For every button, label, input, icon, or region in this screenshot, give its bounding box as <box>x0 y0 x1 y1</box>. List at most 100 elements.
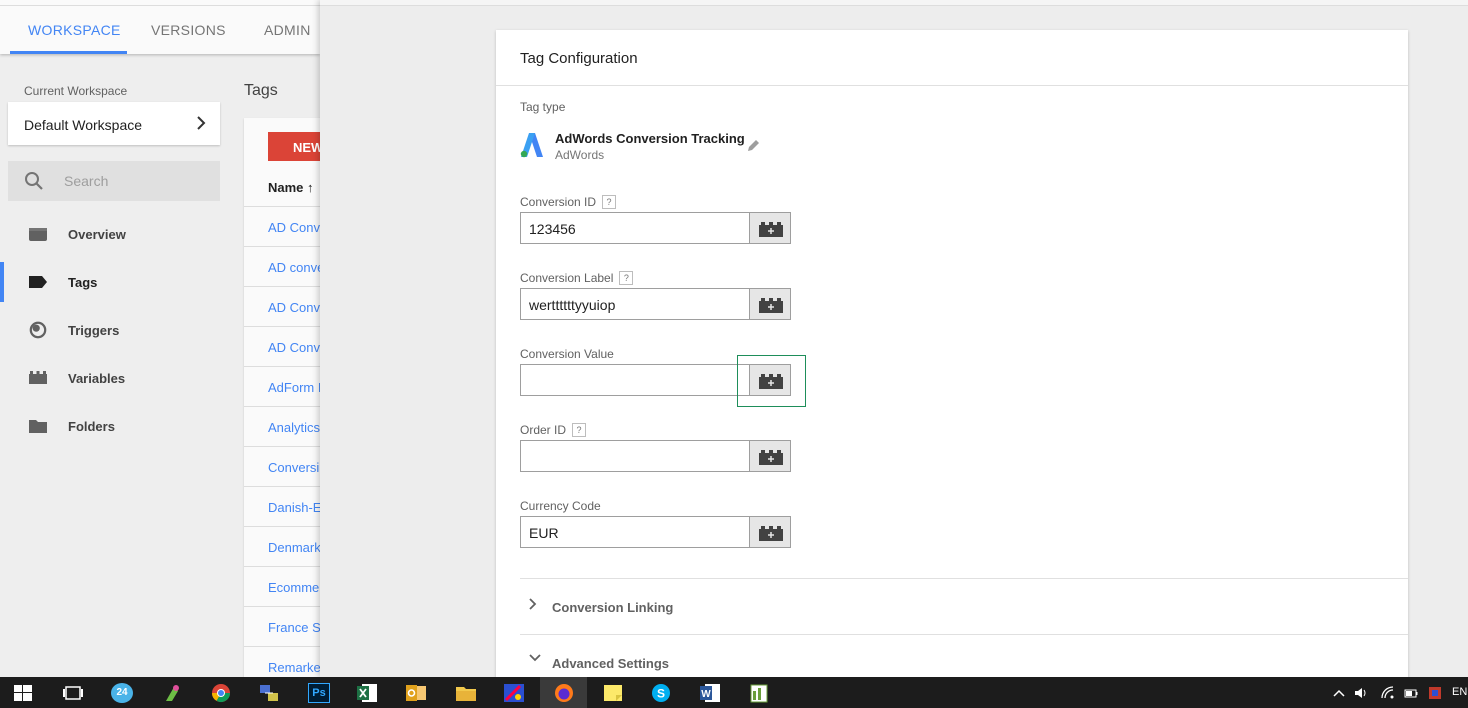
wifi-icon[interactable] <box>1381 686 1395 700</box>
field-label-text: Order ID <box>520 423 567 437</box>
tag-link[interactable]: Conversi <box>268 460 319 475</box>
tag-link[interactable]: AD Conve <box>268 220 327 235</box>
app-tray-icon[interactable] <box>1428 686 1442 700</box>
tab-admin[interactable]: ADMIN <box>264 22 311 38</box>
network-app-icon[interactable] <box>258 683 280 703</box>
help-icon[interactable]: ? <box>619 271 634 285</box>
windows-start-icon[interactable] <box>14 685 32 701</box>
adwords-logo-icon <box>520 133 543 158</box>
overview-icon <box>29 228 47 241</box>
advanced-settings-section[interactable]: Advanced Settings <box>520 634 1408 677</box>
overlay-header-strip <box>320 0 1468 6</box>
sidebar-item-label: Tags <box>68 275 98 290</box>
search-input[interactable]: Search <box>8 161 220 201</box>
sidebar-item-folders[interactable]: Folders <box>0 406 240 446</box>
folder-icon <box>29 420 47 433</box>
card-title: Tag Configuration <box>520 50 638 67</box>
language-indicator[interactable]: EN <box>1452 686 1467 698</box>
insert-variable-button[interactable] <box>749 516 791 548</box>
tab-versions[interactable]: VERSIONS <box>151 22 226 38</box>
firefox-icon[interactable] <box>553 683 575 703</box>
help-icon[interactable]: ? <box>572 423 587 437</box>
top-rule <box>0 0 320 6</box>
variables-icon <box>29 371 47 384</box>
currency-code-field[interactable]: EUR <box>520 516 750 548</box>
sticky-notes-icon[interactable] <box>602 683 624 703</box>
taskbar: 24 Ps S W EN <box>0 677 1468 708</box>
tag-configuration-card: Tag Configuration Tag type AdWords Conve… <box>496 30 1408 677</box>
variable-brick-icon <box>759 450 783 465</box>
tag-link[interactable]: Danish-E <box>268 500 321 515</box>
search-icon <box>25 172 43 190</box>
outlook-icon[interactable] <box>405 683 427 703</box>
notepad-icon[interactable] <box>748 683 770 703</box>
name-column-header[interactable]: Name ↑ <box>268 180 314 195</box>
workspace-label: Current Workspace <box>24 84 128 98</box>
insert-variable-button[interactable] <box>749 212 791 244</box>
sidebar-item-triggers[interactable]: Triggers <box>0 310 240 350</box>
conversion-id-field[interactable]: 123456 <box>520 212 750 244</box>
tag-link[interactable]: AD conve <box>268 260 324 275</box>
calendar-app-icon[interactable]: 24 <box>111 683 133 703</box>
variable-brick-icon <box>759 222 783 237</box>
sidebar-item-variables[interactable]: Variables <box>0 358 240 398</box>
sidebar-item-label: Folders <box>68 419 115 434</box>
tag-link[interactable]: Analytics <box>268 420 320 435</box>
currency-code-label: Currency Code <box>520 499 601 513</box>
page-title: Tags <box>244 82 278 99</box>
tag-link[interactable]: AD Conve <box>268 300 327 315</box>
battery-icon[interactable] <box>1404 686 1418 700</box>
conversion-label-field[interactable]: werttttttyyuiop <box>520 288 750 320</box>
search-placeholder: Search <box>64 173 109 189</box>
tag-link[interactable]: France S <box>268 620 321 635</box>
pencil-icon[interactable] <box>747 138 761 152</box>
word-icon[interactable]: W <box>699 683 721 703</box>
tag-link[interactable]: Ecomme <box>268 580 319 595</box>
order-id-field[interactable] <box>520 440 750 472</box>
sidebar-item-label: Overview <box>68 227 126 242</box>
volume-icon[interactable] <box>1354 686 1368 700</box>
chevron-down-icon <box>529 654 541 662</box>
sort-arrow-icon: ↑ <box>307 180 314 195</box>
sidebar-item-tags[interactable]: Tags <box>0 262 240 302</box>
active-tab-indicator <box>10 51 127 54</box>
conversion-linking-section[interactable]: Conversion Linking <box>520 578 1408 634</box>
variable-brick-icon <box>759 298 783 313</box>
insert-variable-button[interactable] <box>749 288 791 320</box>
insert-variable-button[interactable] <box>749 440 791 472</box>
tag-link[interactable]: Remarket <box>268 660 324 675</box>
paint-app-icon[interactable] <box>503 683 525 703</box>
order-id-label: Order ID? <box>520 423 587 437</box>
divider <box>496 85 1408 86</box>
field-label-text: Currency Code <box>520 499 601 513</box>
task-view-icon[interactable] <box>62 683 84 703</box>
svg-text:W: W <box>701 689 711 700</box>
variable-brick-icon <box>759 526 783 541</box>
field-label-text: Conversion ID <box>520 195 597 209</box>
tab-workspace[interactable]: WORKSPACE <box>28 22 121 38</box>
chrome-icon[interactable] <box>210 683 232 703</box>
help-icon[interactable]: ? <box>602 195 617 209</box>
bird-app-icon[interactable] <box>162 683 184 703</box>
tag-icon <box>29 276 47 288</box>
tag-link[interactable]: AdForm I <box>268 380 321 395</box>
tag-link[interactable]: AD Conve <box>268 340 327 355</box>
chevron-right-icon <box>197 116 206 130</box>
field-label-text: Conversion Value <box>520 347 614 361</box>
workspace-selector[interactable]: Default Workspace <box>8 102 220 145</box>
conversion-value-label: Conversion Value <box>520 347 614 361</box>
focus-highlight <box>737 355 806 407</box>
tag-type-name: AdWords Conversion Tracking <box>555 131 745 146</box>
sidebar-item-label: Triggers <box>68 323 120 338</box>
file-explorer-icon[interactable] <box>455 683 477 703</box>
skype-icon[interactable]: S <box>650 683 672 703</box>
tag-link[interactable]: Denmark <box>268 540 321 555</box>
excel-icon[interactable] <box>356 683 378 703</box>
tag-type-vendor: AdWords <box>555 148 605 162</box>
conversion-value-field[interactable] <box>520 364 750 396</box>
show-hidden-icons-chevron-up-icon[interactable] <box>1332 686 1346 700</box>
sidebar-item-overview[interactable]: Overview <box>0 214 240 254</box>
photoshop-icon[interactable]: Ps <box>308 683 330 703</box>
column-label: Name <box>268 180 304 195</box>
field-label-text: Conversion Label <box>520 271 614 285</box>
